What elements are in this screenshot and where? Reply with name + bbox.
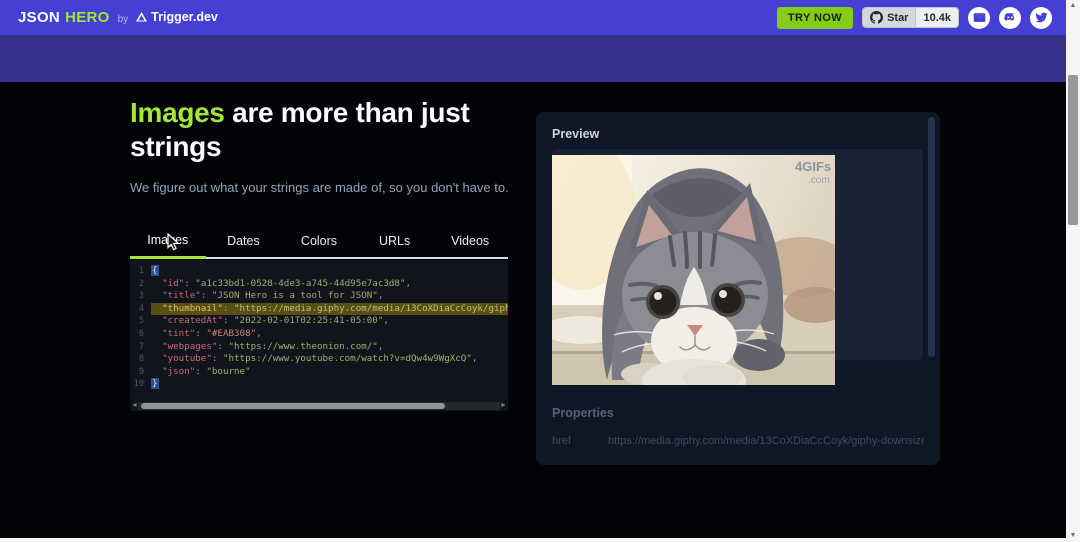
tab-label: Dates (227, 234, 260, 248)
svg-text:.com: .com (808, 175, 830, 186)
trigger-dev-label: Trigger.dev (151, 10, 218, 24)
line-number: 2 (130, 278, 144, 291)
watermark-4gifs: 4GIFs (795, 159, 831, 174)
logo-hero-text: HERO (65, 9, 110, 26)
line-content: } (151, 378, 508, 391)
vertical-scrollbar-thumb[interactable] (1068, 75, 1078, 225)
scrollbar-thumb[interactable] (141, 403, 445, 409)
tab[interactable]: Dates (206, 227, 282, 259)
logo-json-text: JSON (18, 9, 60, 26)
line-number: 5 (130, 315, 144, 328)
property-label: href (552, 435, 608, 447)
line-content: "webpages": "https://www.theonion.com/", (151, 341, 508, 354)
page-title: Images are more than just strings (130, 96, 500, 164)
preview-title: Preview (552, 127, 599, 141)
scroll-right-arrow[interactable]: ► (500, 401, 507, 410)
github-star-button[interactable]: Star 10.4k (862, 7, 959, 28)
feature-tabs: Images Dates Colors URLs Videos (130, 227, 508, 259)
line-content: "id": "a1c33bd1-0528-4de3-a745-44d95e7ac… (151, 278, 508, 291)
code-line[interactable]: 4 "thumbnail": "https://media.giphy.com/… (130, 303, 508, 316)
code-line[interactable]: 9 "json": "bourne" (130, 366, 508, 379)
preview-panel: Preview (536, 112, 940, 465)
line-content: "title": "JSON Hero is a tool for JSON", (151, 290, 508, 303)
code-line[interactable]: 5 "createdAt": "2022-02-01T02:25:41-05:0… (130, 315, 508, 328)
page-subtitle: We figure out what your strings are made… (130, 180, 530, 195)
star-label: Star (887, 12, 908, 24)
trigger-dev-icon (136, 12, 147, 22)
code-line[interactable]: 2 "id": "a1c33bd1-0528-4de3-a745-44d95e7… (130, 278, 508, 291)
horizontal-scrollbar-strip[interactable] (0, 538, 1066, 542)
json-code-block: 1 { 2 "id": "a1c33bd1-0528-4de3-a745-44d… (130, 260, 508, 411)
line-number: 4 (130, 303, 144, 316)
top-navbar: JSON HERO by Trigger.dev TRY NOW Star 10… (0, 0, 1066, 35)
logo-by-text: by (118, 14, 129, 25)
scrollbar-track[interactable] (138, 402, 500, 410)
tab[interactable]: Colors (281, 227, 357, 259)
panel-scrollbar-thumb[interactable] (928, 117, 935, 357)
hero-banner (0, 35, 1066, 82)
tab-label: Videos (451, 234, 489, 248)
code-line[interactable]: 1 { (130, 265, 508, 278)
line-number: 8 (130, 353, 144, 366)
discord-icon[interactable] (999, 7, 1021, 29)
line-content: { (151, 265, 508, 278)
line-content: "createdAt": "2022-02-01T02:25:41-05:00"… (151, 315, 508, 328)
tab[interactable]: Images (130, 227, 206, 259)
line-number: 3 (130, 290, 144, 303)
tab-label: Images (147, 233, 188, 247)
tab[interactable]: Videos (432, 227, 508, 259)
tab-label: Colors (301, 234, 337, 248)
code-line[interactable]: 10 } (130, 378, 508, 391)
scroll-down-arrow[interactable]: ▼ (1066, 530, 1080, 542)
logo[interactable]: JSON HERO by Trigger.dev (18, 9, 218, 26)
line-content: "json": "bourne" (151, 366, 508, 379)
line-number: 1 (130, 265, 144, 278)
vertical-scrollbar[interactable]: ▲ ▼ (1066, 0, 1080, 542)
scroll-left-arrow[interactable]: ◄ (131, 401, 138, 410)
preview-image-cat-gif: 4GIFs .com (552, 155, 835, 385)
line-number: 6 (130, 328, 144, 341)
line-number: 9 (130, 366, 144, 379)
property-row: href https://media.giphy.com/media/13CoX… (552, 435, 924, 447)
mail-icon[interactable] (968, 7, 990, 29)
code-line[interactable]: 3 "title": "JSON Hero is a tool for JSON… (130, 290, 508, 303)
code-line[interactable]: 8 "youtube": "https://www.youtube.com/wa… (130, 353, 508, 366)
code-line[interactable]: 7 "webpages": "https://www.theonion.com/… (130, 341, 508, 354)
code-lines: 1 { 2 "id": "a1c33bd1-0528-4de3-a745-44d… (130, 265, 508, 391)
line-content: "youtube": "https://www.youtube.com/watc… (151, 353, 508, 366)
code-horizontal-scrollbar[interactable]: ◄ ► (131, 401, 507, 410)
code-line[interactable]: 6 "tint": "#EAB308", (130, 328, 508, 341)
properties-title: Properties (552, 406, 614, 420)
property-value: https://media.giphy.com/media/13CoXDiaCc… (608, 435, 924, 447)
scroll-up-arrow[interactable]: ▲ (1066, 0, 1080, 12)
try-now-button[interactable]: TRY NOW (777, 7, 853, 29)
line-content: "thumbnail": "https://media.giphy.com/me… (151, 303, 508, 316)
line-number: 7 (130, 341, 144, 354)
twitter-icon[interactable] (1030, 7, 1052, 29)
page-title-highlight: Images (130, 97, 225, 128)
star-count-badge: 10.4k (915, 8, 958, 27)
navbar-actions: TRY NOW Star 10.4k (777, 7, 1052, 29)
trigger-dev-link[interactable]: Trigger.dev (136, 10, 218, 24)
line-number: 10 (130, 378, 144, 391)
github-icon (870, 11, 883, 24)
line-content: "tint": "#EAB308", (151, 328, 508, 341)
tab-label: URLs (379, 234, 410, 248)
tab[interactable]: URLs (357, 227, 433, 259)
